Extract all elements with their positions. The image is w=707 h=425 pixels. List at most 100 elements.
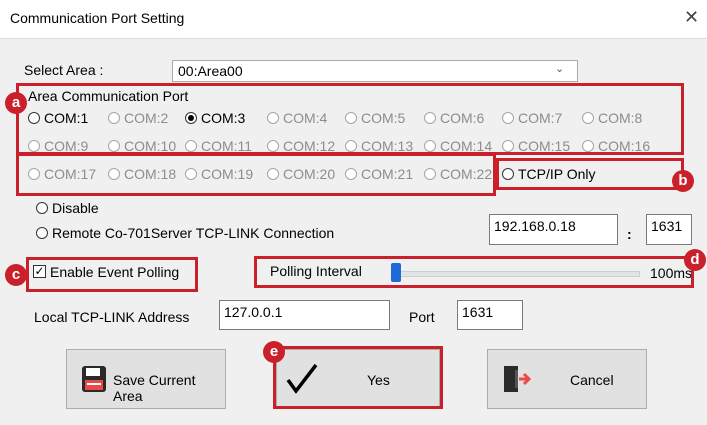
ip-port-separator: : — [627, 226, 632, 242]
radio-circle — [424, 112, 436, 124]
annotation-badge-c: c — [5, 264, 27, 286]
com-port-radio[interactable]: COM:11 — [185, 138, 252, 154]
save-button-label: Save Current Area — [113, 372, 196, 404]
window-title: Communication Port Setting — [10, 10, 185, 26]
save-current-area-button[interactable]: Save Current Area — [66, 349, 226, 409]
com-port-label: COM:15 — [518, 138, 571, 154]
radio-circle — [345, 140, 357, 152]
com-port-label: COM:12 — [283, 138, 336, 154]
radio-circle — [582, 140, 594, 152]
radio-circle — [345, 168, 357, 180]
select-area-label: Select Area : — [24, 62, 104, 78]
remote-ip-field[interactable]: 192.168.0.18 — [489, 214, 618, 245]
local-address-label: Local TCP-LINK Address — [34, 309, 190, 325]
annotation-box-c — [26, 257, 198, 292]
com-port-radio[interactable]: COM:10 — [108, 138, 176, 154]
disable-label: Disable — [52, 200, 99, 216]
local-port-label: Port — [409, 309, 435, 325]
com-port-label: COM:10 — [124, 138, 177, 154]
remote-connection-label: Remote Co-701Server TCP-LINK Connection — [52, 225, 335, 241]
com-port-radio[interactable]: COM:21 — [345, 166, 413, 182]
com-port-radio[interactable]: COM:22 — [424, 166, 492, 182]
radio-circle — [185, 168, 197, 180]
annotation-badge-d: d — [684, 249, 706, 271]
floppy-disk-icon — [82, 366, 106, 392]
annotation-badge-e: e — [263, 341, 285, 363]
select-area-dropdown[interactable]: 00:Area00 ⌄ — [172, 60, 578, 82]
com-port-radio[interactable]: COM:9 — [28, 138, 88, 154]
local-port-field[interactable]: 1631 — [457, 300, 523, 330]
radio-circle — [502, 112, 514, 124]
com-port-label: COM:7 — [518, 110, 563, 126]
radio-circle — [267, 168, 279, 180]
com-port-radio[interactable]: COM:3 — [185, 110, 245, 126]
radio-circle — [108, 168, 120, 180]
radio-circle — [267, 112, 279, 124]
com-port-radio[interactable]: COM:7 — [502, 110, 562, 126]
com-port-radio[interactable]: COM:1 — [28, 110, 88, 126]
com-port-radio[interactable]: COM:19 — [185, 166, 253, 182]
com-port-label: COM:8 — [598, 110, 643, 126]
com-port-radio[interactable]: COM:20 — [267, 166, 335, 182]
radio-circle — [185, 140, 197, 152]
com-port-label: COM:13 — [361, 138, 414, 154]
radio-circle — [28, 140, 40, 152]
com-port-radio[interactable]: COM:17 — [28, 166, 96, 182]
com-port-label: COM:14 — [440, 138, 493, 154]
com-port-label: COM:22 — [440, 166, 493, 182]
annotation-box-b — [496, 158, 684, 190]
com-port-radio[interactable]: COM:16 — [582, 138, 650, 154]
com-port-radio[interactable]: COM:14 — [424, 138, 492, 154]
cancel-button[interactable]: Cancel — [487, 349, 647, 409]
com-port-radio[interactable]: COM:8 — [582, 110, 642, 126]
com-port-radio[interactable]: COM:18 — [108, 166, 176, 182]
com-port-label: COM:4 — [283, 110, 328, 126]
chevron-down-icon[interactable]: ⌄ — [555, 62, 564, 75]
radio-circle — [28, 168, 40, 180]
com-port-label: COM:20 — [283, 166, 336, 182]
radio-circle — [185, 112, 197, 124]
radio-circle — [36, 227, 48, 239]
exit-door-icon — [504, 366, 532, 392]
annotation-badge-a: a — [5, 92, 27, 114]
com-port-radio[interactable]: COM:5 — [345, 110, 405, 126]
com-port-label: COM:19 — [201, 166, 254, 182]
select-area-value: 00:Area00 — [178, 63, 243, 79]
com-port-label: COM:6 — [440, 110, 485, 126]
com-port-label: COM:21 — [361, 166, 414, 182]
com-port-label: COM:17 — [44, 166, 97, 182]
radio-circle — [582, 112, 594, 124]
cancel-button-label: Cancel — [570, 372, 614, 388]
com-port-label: COM:5 — [361, 110, 406, 126]
com-port-radio[interactable]: COM:12 — [267, 138, 335, 154]
radio-circle — [36, 202, 48, 214]
radio-circle — [345, 112, 357, 124]
radio-circle — [108, 112, 120, 124]
remote-connection-radio[interactable]: Remote Co-701Server TCP-LINK Connection — [36, 225, 334, 241]
com-port-label: COM:18 — [124, 166, 177, 182]
radio-circle — [424, 168, 436, 180]
annotation-box-d — [254, 256, 694, 288]
com-port-label: COM:11 — [201, 138, 253, 154]
disable-radio[interactable]: Disable — [36, 200, 99, 216]
com-port-radio[interactable]: COM:6 — [424, 110, 484, 126]
radio-circle — [28, 112, 40, 124]
radio-circle — [108, 140, 120, 152]
com-port-radio[interactable]: COM:13 — [345, 138, 413, 154]
radio-circle — [267, 140, 279, 152]
annotation-badge-b: b — [672, 170, 694, 192]
com-port-label: COM:9 — [44, 138, 89, 154]
com-port-radio[interactable]: COM:15 — [502, 138, 570, 154]
com-port-label: COM:3 — [201, 110, 246, 126]
remote-port-field[interactable]: 1631 — [646, 214, 692, 245]
radio-circle — [424, 140, 436, 152]
com-port-label: COM:1 — [44, 110, 89, 126]
radio-circle — [502, 140, 514, 152]
com-port-radio[interactable]: COM:2 — [108, 110, 168, 126]
com-port-radio[interactable]: COM:4 — [267, 110, 327, 126]
local-address-field[interactable]: 127.0.0.1 — [219, 300, 390, 330]
close-icon[interactable]: ✕ — [684, 7, 699, 28]
annotation-box-e — [273, 346, 443, 409]
com-port-label: COM:2 — [124, 110, 169, 126]
com-port-label: COM:16 — [598, 138, 651, 154]
